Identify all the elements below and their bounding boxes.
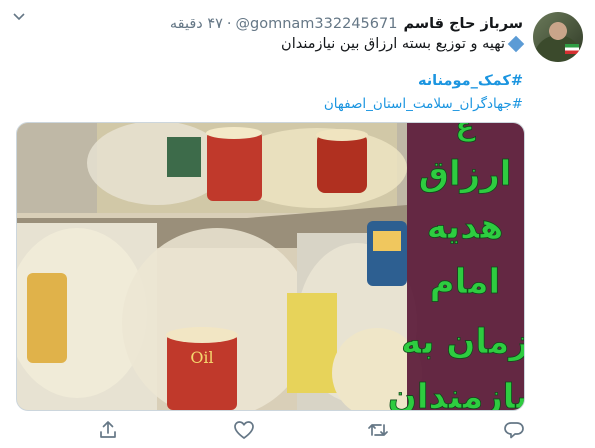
hashtag-link-1[interactable]: #کمک_مومنانه <box>418 73 523 89</box>
flag-icon <box>565 44 579 54</box>
display-name[interactable]: سرباز حاج قاسم <box>403 16 523 32</box>
tweet-card[interactable]: سرباز حاج قاسم @gomnam332245671 · ۴۷ دقی… <box>0 0 595 448</box>
timestamp[interactable]: ۴۷ دقیقه <box>170 16 223 32</box>
cup-label: Oil <box>190 348 213 367</box>
overlay-line-1: ارزاق <box>419 154 512 194</box>
reply-icon[interactable] <box>502 418 526 442</box>
tweet-text: تهیه و توزیع بسته ارزاق بین نیازمندان <box>281 35 525 53</box>
action-bar <box>0 418 595 442</box>
hashtag-link-2[interactable]: #جهادگران_سلامت_استان_اصفهان <box>324 96 523 112</box>
avatar[interactable] <box>533 12 583 62</box>
diamond-emoji-icon <box>507 35 525 53</box>
overlay-line-0: ع <box>455 123 476 142</box>
overlay-line-5: نیازمندان <box>388 377 524 410</box>
tweet-text-line: تهیه و توزیع بسته ارزاق بین نیازمندان <box>281 36 505 52</box>
tweet-header: سرباز حاج قاسم @gomnam332245671 · ۴۷ دقی… <box>170 14 523 34</box>
share-icon[interactable] <box>96 418 120 442</box>
overlay-line-4: زمان به <box>401 322 524 362</box>
user-handle[interactable]: @gomnam332245671 <box>236 16 398 32</box>
separator-dot: · <box>226 16 232 32</box>
overlay-line-2: هدیه <box>427 207 504 247</box>
tweet-media-image[interactable]: Oil ع ارزاق هدیه امام زمان به نیازمندان <box>16 122 525 411</box>
retweet-icon[interactable] <box>366 418 390 442</box>
like-icon[interactable] <box>232 418 256 442</box>
chevron-down-icon[interactable] <box>12 12 26 22</box>
overlay-line-3: امام <box>430 262 500 302</box>
